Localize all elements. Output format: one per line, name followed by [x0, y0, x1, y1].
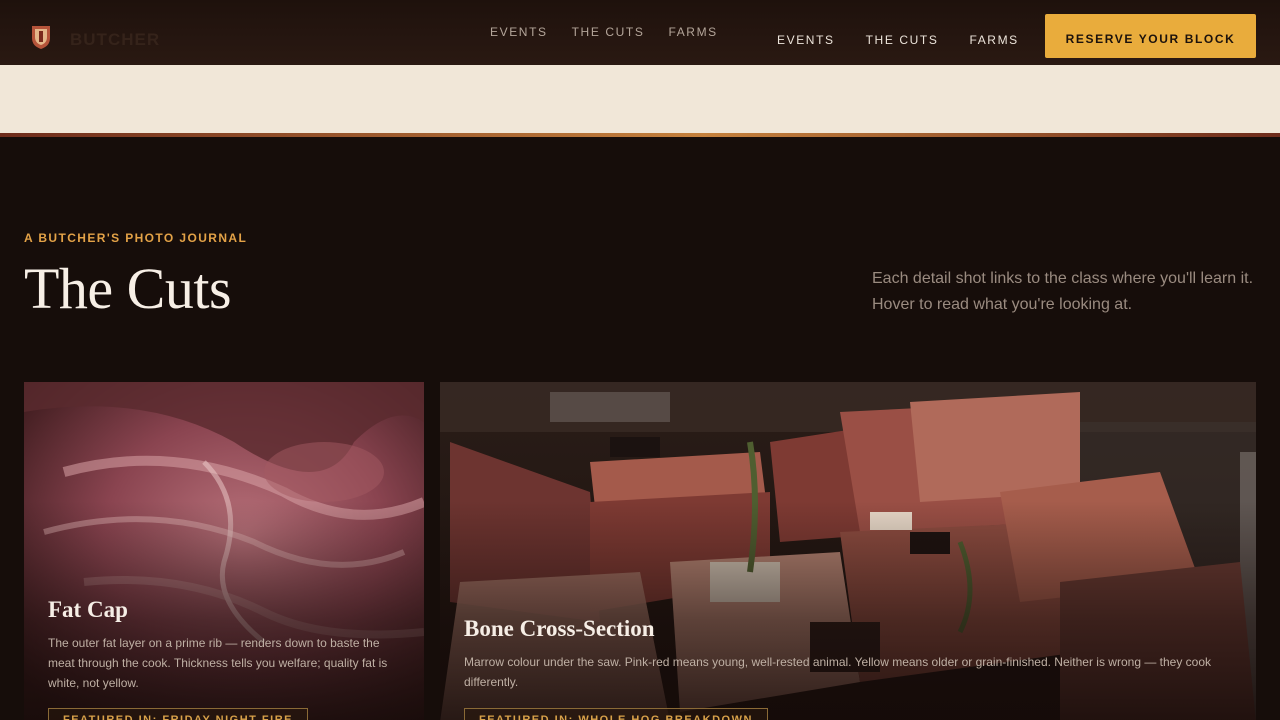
page: BUTCHER EVENTS THE CUTS FARMS EVENTS THE… [0, 0, 1280, 720]
nav-ghost-farms[interactable]: FARMS [668, 25, 717, 39]
logo-wordmark[interactable]: BUTCHER [70, 30, 160, 50]
card-description: Marrow colour under the saw. Pink-red me… [464, 655, 1212, 689]
section-eyebrow: A BUTCHER'S PHOTO JOURNAL [24, 231, 248, 245]
butcher-crest-icon[interactable] [30, 24, 52, 50]
card-fat-cap[interactable]: Fat Cap The outer fat layer on a prime r… [24, 382, 424, 720]
card-bone-cross-section[interactable]: Bone Cross-Section Marrow colour under t… [440, 382, 1256, 720]
card-title: Fat Cap [48, 597, 128, 622]
section-intro: Each detail shot links to the class wher… [872, 270, 1254, 313]
card-title: Bone Cross-Section [464, 616, 655, 641]
cream-banner [0, 65, 1280, 133]
card-description: The outer fat layer on a prime rib — ren… [48, 636, 388, 690]
section-title: The Cuts [24, 256, 232, 321]
secondary-nav: EVENTS THE CUTS FARMS [490, 25, 742, 39]
nav-ghost-events[interactable]: EVENTS [490, 25, 548, 39]
nav-the-cuts[interactable]: THE CUTS [866, 33, 939, 47]
nav-ghost-the-cuts[interactable]: THE CUTS [572, 25, 645, 39]
featured-link[interactable]: FEATURED IN: FRIDAY NIGHT FIRE [48, 708, 308, 720]
reserve-your-block-button[interactable]: RESERVE YOUR BLOCK [1045, 14, 1256, 58]
nav-events[interactable]: EVENTS [777, 33, 835, 47]
site-header: BUTCHER EVENTS THE CUTS FARMS EVENTS THE… [0, 0, 1280, 65]
main-nav: EVENTS THE CUTS FARMS [777, 33, 1050, 47]
featured-link[interactable]: FEATURED IN: WHOLE HOG BREAKDOWN [464, 708, 768, 720]
cuts-section: A BUTCHER'S PHOTO JOURNAL The Cuts Each … [0, 137, 1280, 720]
nav-farms[interactable]: FARMS [969, 33, 1018, 47]
